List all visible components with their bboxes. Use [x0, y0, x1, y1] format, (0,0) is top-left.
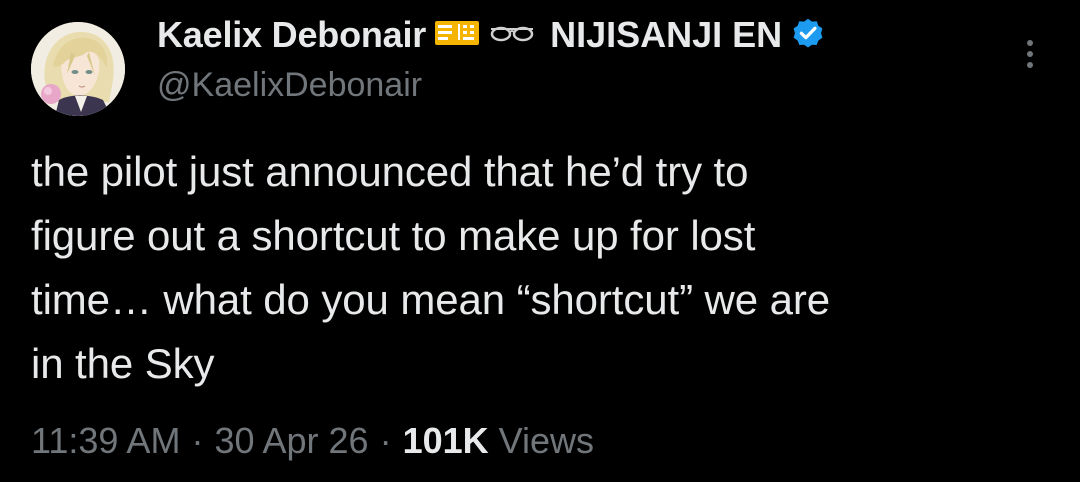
tweet-text: the pilot just announced that he’d try t… [31, 148, 831, 387]
display-name[interactable]: Kaelix Debonair [157, 14, 426, 56]
views-label[interactable]: Views [499, 420, 594, 462]
tweet-date[interactable]: 30 Apr 26 [214, 420, 368, 462]
meta-separator: · [379, 420, 392, 461]
tweet-card: Kaelix Debonair NIJISANJI EN @KaelixDebo… [0, 0, 1080, 482]
ticket-emoji [434, 18, 480, 53]
meta-separator: · [191, 420, 204, 461]
verified-badge-icon[interactable] [790, 15, 826, 56]
display-name-suffix[interactable]: NIJISANJI EN [550, 14, 782, 56]
views-count[interactable]: 101K [403, 420, 489, 462]
tweet-meta: 11:39 AM · 30 Apr 26 · 101K Views [31, 420, 594, 462]
more-options-icon[interactable] [1016, 36, 1044, 76]
avatar-illustration [31, 22, 125, 116]
glasses-emoji [488, 21, 536, 50]
tweet-time[interactable]: 11:39 AM [31, 420, 180, 462]
avatar[interactable] [31, 22, 125, 116]
author-handle[interactable]: @KaelixDebonair [157, 66, 422, 105]
author-name-row[interactable]: Kaelix Debonair NIJISANJI EN [157, 12, 826, 58]
